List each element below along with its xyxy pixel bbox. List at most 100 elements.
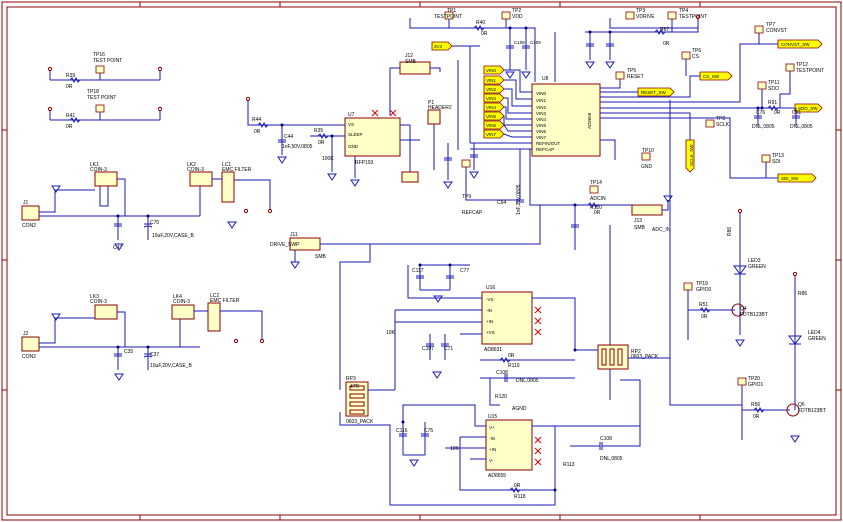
- tp2[interactable]: [501, 11, 511, 20]
- tp6-name: CS: [692, 54, 700, 60]
- agnd-label: AGND: [512, 406, 527, 412]
- tp8[interactable]: [705, 119, 715, 128]
- test-terminal-icon: [157, 106, 163, 112]
- tp3-name: VDRIVE: [636, 14, 655, 20]
- c108-val: DNL,0805: [600, 456, 623, 462]
- tp18[interactable]: [95, 104, 105, 113]
- u7-pin-sleep: SLEEP: [348, 132, 363, 137]
- ground-icon: [409, 459, 419, 467]
- u15-pin-vneg: V-: [489, 458, 494, 463]
- r40-val: 0R: [481, 31, 488, 37]
- top-rail: 3V3 TP1 TESTPOINT TP2 VDD R40 0R C108 C1…: [409, 8, 707, 82]
- r120-val: 0R: [594, 210, 601, 216]
- j11-net: DRIVE_SWP: [270, 242, 300, 248]
- tp9[interactable]: [461, 159, 471, 168]
- lc1-filter: [221, 171, 235, 203]
- net-vin4: VIN4: [486, 105, 497, 110]
- r44-ref: R44: [252, 117, 261, 123]
- u15-pin-in-neg: -IN: [489, 436, 495, 441]
- r10k-label: 10K: [386, 330, 396, 336]
- net-3v3: 3V3: [434, 44, 443, 49]
- u8-pin-vin7: VIN7: [536, 135, 547, 140]
- c76-val: DNL,0805: [752, 124, 775, 130]
- ground-icon: [327, 173, 337, 181]
- j13-net: ADC_IN: [652, 227, 671, 233]
- net-vin5: VIN5: [486, 114, 497, 119]
- tp14-ref: TP14: [590, 180, 602, 186]
- u8-pin-vin0: VIN0: [536, 91, 547, 96]
- j11-name: SMB: [315, 254, 327, 260]
- c70-ref: C70: [150, 220, 159, 226]
- lk2-regulator: [189, 171, 213, 187]
- c35-ref: C35: [124, 349, 133, 355]
- r51-val: 0R: [701, 314, 708, 320]
- c64-val: 1nF,25V,0805: [516, 184, 522, 215]
- net-vin0: VIN0: [486, 68, 497, 73]
- u7-pin-vs: VS: [348, 122, 354, 127]
- u7-part: RFP193: [355, 160, 374, 166]
- p1-header[interactable]: [427, 109, 441, 125]
- tp4[interactable]: [667, 11, 677, 20]
- j13-connector[interactable]: [631, 204, 663, 216]
- j1-connector[interactable]: [21, 205, 40, 221]
- q6-part: FDTB123BT: [798, 408, 826, 414]
- u7-pin-gnd: GND: [348, 144, 359, 149]
- tp11[interactable]: [757, 81, 767, 90]
- tp6[interactable]: [681, 51, 691, 60]
- u16-pin-in-pos: +IN: [486, 319, 493, 324]
- r39-ref: R39: [66, 73, 75, 79]
- ground-icon: [432, 371, 442, 379]
- tp5[interactable]: [615, 71, 625, 80]
- tp18-group: TP18 TEST POINT R41 0R: [47, 89, 163, 130]
- u8-pin-vin3: VIN3: [536, 111, 547, 116]
- lk3-regulator: [94, 304, 118, 320]
- u16-pin-in-neg: -IN: [486, 308, 492, 313]
- c64-ref: C64: [497, 200, 506, 206]
- ground-icon: [114, 373, 124, 381]
- lk4-regulator: [171, 304, 195, 320]
- u16-pin-vs-neg: -VS: [486, 297, 494, 302]
- led3-color: GREEN: [748, 264, 766, 270]
- u15-ref: U15: [488, 414, 497, 420]
- c70-val: 10uF,20V,CASE_B: [152, 233, 194, 239]
- rp3-ref: RP3: [346, 376, 356, 382]
- c118-val: DNL,0805: [516, 378, 539, 384]
- u16-pin-vs-pos: +VS: [486, 330, 495, 335]
- net-vin2: VIN2: [486, 87, 497, 92]
- ground-icon: [790, 435, 800, 443]
- r-led3-ref: R86: [727, 227, 733, 236]
- j2-connector[interactable]: [21, 336, 40, 352]
- vin-tags: VIN0 VIN1 VIN2 VIN3 VIN4 VIN5 VIN6 VIN7: [457, 46, 532, 150]
- r35-ref: R35: [314, 128, 323, 134]
- r10k-b: 10K: [450, 446, 460, 452]
- u8-block: U8 VIN0 VIN1 VIN2 VIN3 VIN4 VIN5 VIN6 VI…: [531, 76, 601, 157]
- c117-ref: C117: [412, 268, 424, 274]
- j2-ref: J2: [23, 331, 29, 337]
- tp7[interactable]: [754, 25, 764, 34]
- ground-icon: [735, 339, 745, 347]
- tp20[interactable]: [737, 377, 747, 386]
- tp19[interactable]: [683, 282, 693, 291]
- ground-icon: [290, 261, 300, 269]
- j11-ref: J11: [290, 232, 298, 238]
- u8-right-nets: TP5 RESET RESET_SW CS_SW TP6 CS CONVST_S…: [600, 22, 824, 183]
- rp2-pack-type: 0603_PACK: [631, 354, 659, 360]
- tp16-name: TEST POINT: [93, 58, 122, 64]
- net-cs-sw: CS_SW: [703, 74, 720, 79]
- test-terminal-icon: [157, 66, 163, 72]
- tp12[interactable]: [785, 63, 795, 72]
- ground-icon: [350, 179, 360, 187]
- tp13[interactable]: [761, 154, 771, 163]
- tp14[interactable]: [589, 185, 599, 194]
- tp10[interactable]: [641, 152, 651, 161]
- tp3[interactable]: [625, 11, 635, 20]
- u8-pin-vin1: VIN1: [536, 98, 547, 103]
- u7-ref: U7: [348, 112, 355, 118]
- r67-val: 0R: [663, 41, 670, 47]
- r39-val: 0R: [66, 84, 73, 90]
- r119-ref: R119: [508, 363, 520, 369]
- tp13-name: SDI: [772, 159, 780, 165]
- tp19-name: GPIO0: [696, 287, 712, 293]
- tp16[interactable]: [95, 65, 105, 74]
- u8-ref: U8: [542, 76, 549, 82]
